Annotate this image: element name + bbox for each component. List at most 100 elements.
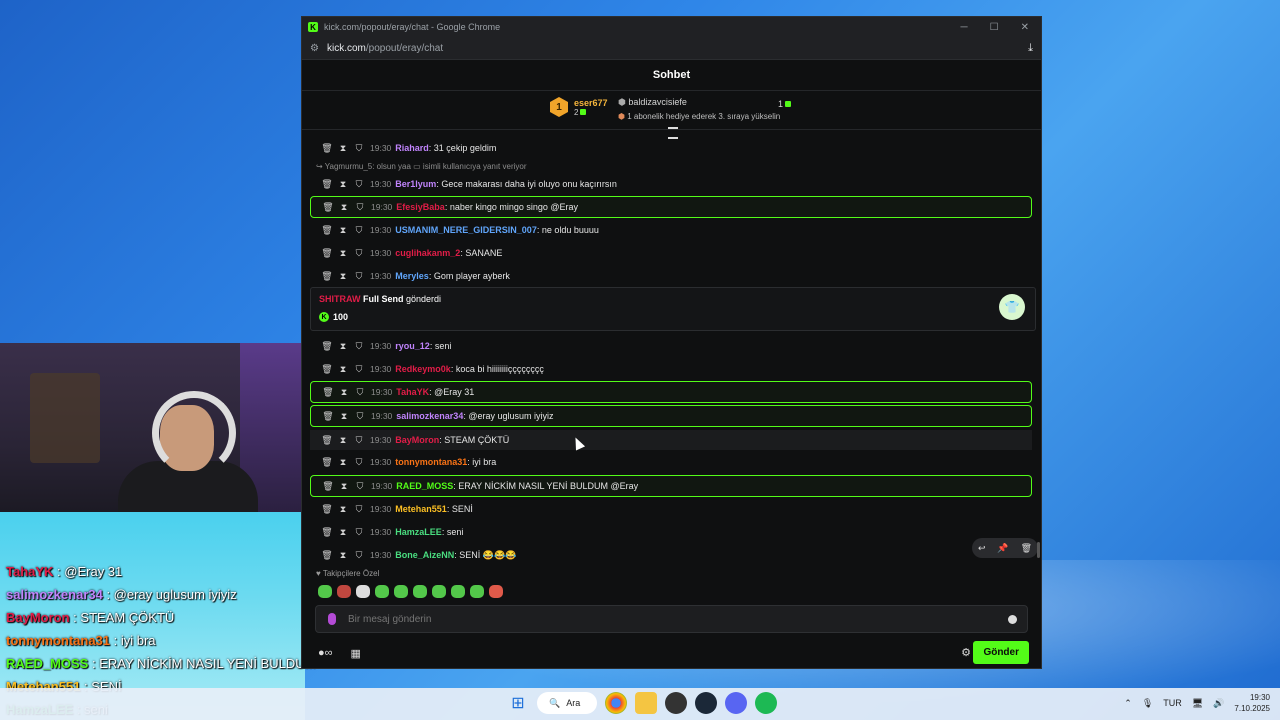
message-username[interactable]: cuglihakanm_2 [395,248,460,258]
timeout-icon[interactable]: ⧗ [336,225,350,236]
microphone-icon[interactable] [328,613,336,625]
delete-icon[interactable]: 🗑 [320,527,334,538]
chat-message[interactable]: 🗑 ⧗ ⛉ 19:30 Metehan551: SENİ [310,499,1032,519]
emote-icon[interactable] [413,585,427,598]
ban-shield-icon[interactable]: ⛉ [352,248,366,259]
chat-message[interactable]: 🗑 ⧗ ⛉ 19:30 cuglihakanm_2: SANANE [310,243,1032,263]
ban-shield-icon[interactable]: ⛉ [352,504,366,515]
chat-message[interactable]: 🗑 ⧗ ⛉ 19:30 Redkeymo0k: koca bi hiiiiiiiiççç… [310,359,1032,379]
ban-shield-icon[interactable]: ⛉ [352,143,366,154]
message-username[interactable]: ryou_12 [395,341,430,351]
chat-message[interactable]: 🗑 ⧗ ⛉ 19:30 Riahard: 31 çekip geldim [310,138,1032,158]
ban-shield-icon[interactable]: ⛉ [353,202,367,213]
message-username[interactable]: salimozkenar34 [396,411,463,421]
microphone-tray-icon[interactable]: 🎙 [1142,698,1153,709]
chat-message[interactable]: 🗑 ⧗ ⛉ 19:30 HamzaLEE: seni [310,522,1032,542]
message-username[interactable]: RAED_MOSS [396,481,453,491]
ban-shield-icon[interactable]: ⛉ [353,387,367,398]
delete-icon[interactable]: 🗑 [320,550,334,561]
ban-shield-icon[interactable]: ⛉ [352,271,366,282]
timeout-icon[interactable]: ⧗ [336,550,350,561]
chat-message[interactable]: 🗑 ⧗ ⛉ 19:30 RAED_MOSS: ERAY NİCKİM NASIL YEN… [310,475,1032,497]
ban-shield-icon[interactable]: ⛉ [352,179,366,190]
chat-message[interactable]: 🗑 ⧗ ⛉ 19:30 tonnymontana31: iyi bra [310,452,1032,472]
emote-icon[interactable] [337,585,351,598]
settings-gear-icon[interactable]: ⚙ [961,646,971,659]
spotify-icon[interactable] [755,692,777,714]
ban-shield-icon[interactable]: ⛉ [352,364,366,375]
message-username[interactable]: HamzaLEE [395,527,442,537]
send-button[interactable]: Gönder [973,641,1029,664]
emoji-icon[interactable] [1008,614,1017,624]
chevron-up-icon[interactable]: ⌃ [1124,698,1132,709]
windows-start-icon[interactable]: ⊞ [507,692,529,714]
timeout-icon[interactable]: ⧗ [337,202,351,213]
timeout-icon[interactable]: ⧗ [336,435,350,446]
timeout-icon[interactable]: ⧗ [337,481,351,492]
delete-icon[interactable]: 🗑 [320,457,334,468]
download-icon[interactable]: ⤓ [1028,42,1033,55]
chat-message[interactable]: 🗑 ⧗ ⛉ 19:30 ryou_12: seni [310,336,1032,356]
message-username[interactable]: Ber1lyum [395,179,436,189]
emote-icon[interactable] [375,585,389,598]
close-button[interactable]: ✕ [1021,22,1029,33]
timeout-icon[interactable]: ⧗ [336,143,350,154]
timeout-icon[interactable]: ⧗ [336,341,350,352]
timeout-icon[interactable]: ⧗ [336,457,350,468]
delete-icon[interactable]: 🗑 [320,435,334,446]
delete-icon[interactable]: 🗑 [321,387,335,398]
message-username[interactable]: Riahard [395,143,429,153]
timeout-icon[interactable]: ⧗ [336,364,350,375]
message-username[interactable]: USMANIM_NERE_GIDERSIN_007 [395,225,537,235]
clock[interactable]: 19:30 7.10.2025 [1234,692,1270,714]
message-username[interactable]: Bone_AizeNN [395,550,454,560]
chat-message[interactable]: 🗑 ⧗ ⛉ 19:30 Meryles: Gom player ayberk [310,266,1032,286]
message-username[interactable]: Metehan551 [395,504,447,514]
store-icon[interactable]: ▦ [351,647,361,660]
emote-icon[interactable] [451,585,465,598]
chat-scrollbar[interactable] [1037,542,1040,558]
timeout-icon[interactable]: ⧗ [336,527,350,538]
timeout-icon[interactable]: ⧗ [336,504,350,515]
ban-shield-icon[interactable]: ⛉ [352,435,366,446]
timeout-icon[interactable]: ⧗ [337,411,351,422]
address-bar[interactable]: ⚙ kick.com/popout/eray/chat ⤓ [302,37,1041,60]
timeout-icon[interactable]: ⧗ [336,271,350,282]
chat-message[interactable]: 🗑 ⧗ ⛉ 19:30 TahaYK: @Eray 31 [310,381,1032,403]
delete-icon[interactable]: 🗑 [320,504,334,515]
emote-icon[interactable] [318,585,332,598]
timeout-icon[interactable]: ⧗ [337,387,351,398]
message-field[interactable] [346,612,1008,626]
delete-icon[interactable]: 🗑 [320,179,334,190]
kicks-infinity-icon[interactable]: ●∞ [318,647,333,659]
delete-icon[interactable]: 🗑 [321,202,335,213]
chat-message[interactable]: 🗑 ⧗ ⛉ 19:30 USMANIM_NERE_GIDERSIN_007: ne ol… [310,220,1032,240]
taskbar-search[interactable]: 🔍 Ara [537,692,597,714]
emote-icon[interactable] [470,585,484,598]
file-explorer-icon[interactable] [635,692,657,714]
app-icon[interactable] [665,692,687,714]
ban-shield-icon[interactable]: ⛉ [352,341,366,352]
ban-shield-icon[interactable]: ⛉ [353,411,367,422]
discord-icon[interactable] [725,692,747,714]
maximize-button[interactable]: ☐ [990,22,999,33]
language-indicator[interactable]: TUR [1163,698,1182,708]
chat-message[interactable]: 🗑 ⧗ ⛉ 19:30 Ber1lyum: Gece makarası daha iyi… [310,174,1032,194]
emote-icon[interactable] [356,585,370,598]
delete-icon[interactable]: 🗑 [321,481,335,492]
minimize-button[interactable]: ─ [961,22,968,33]
site-settings-icon[interactable]: ⚙ [310,43,319,54]
network-icon[interactable]: 🖥 [1192,698,1203,709]
message-username[interactable]: TahaYK [396,387,429,397]
emote-icon[interactable] [394,585,408,598]
ban-shield-icon[interactable]: ⛉ [352,550,366,561]
top-gifters-bar[interactable]: 1 eser677 2 ⬢ baldizavcisiefe ⬢ 1 abonel… [302,91,1041,139]
steam-icon[interactable] [695,692,717,714]
timeout-icon[interactable]: ⧗ [336,179,350,190]
message-username[interactable]: EfesiyBaba [396,202,445,212]
message-input[interactable] [315,605,1028,633]
delete-icon[interactable]: 🗑 [320,364,334,375]
chat-messages[interactable]: ↪ Yagmurmu_5: olsun yaa ▭ isimli kullanı… [302,138,1041,566]
delete-icon[interactable]: 🗑 [320,248,334,259]
message-username[interactable]: BayMoron [395,435,439,445]
